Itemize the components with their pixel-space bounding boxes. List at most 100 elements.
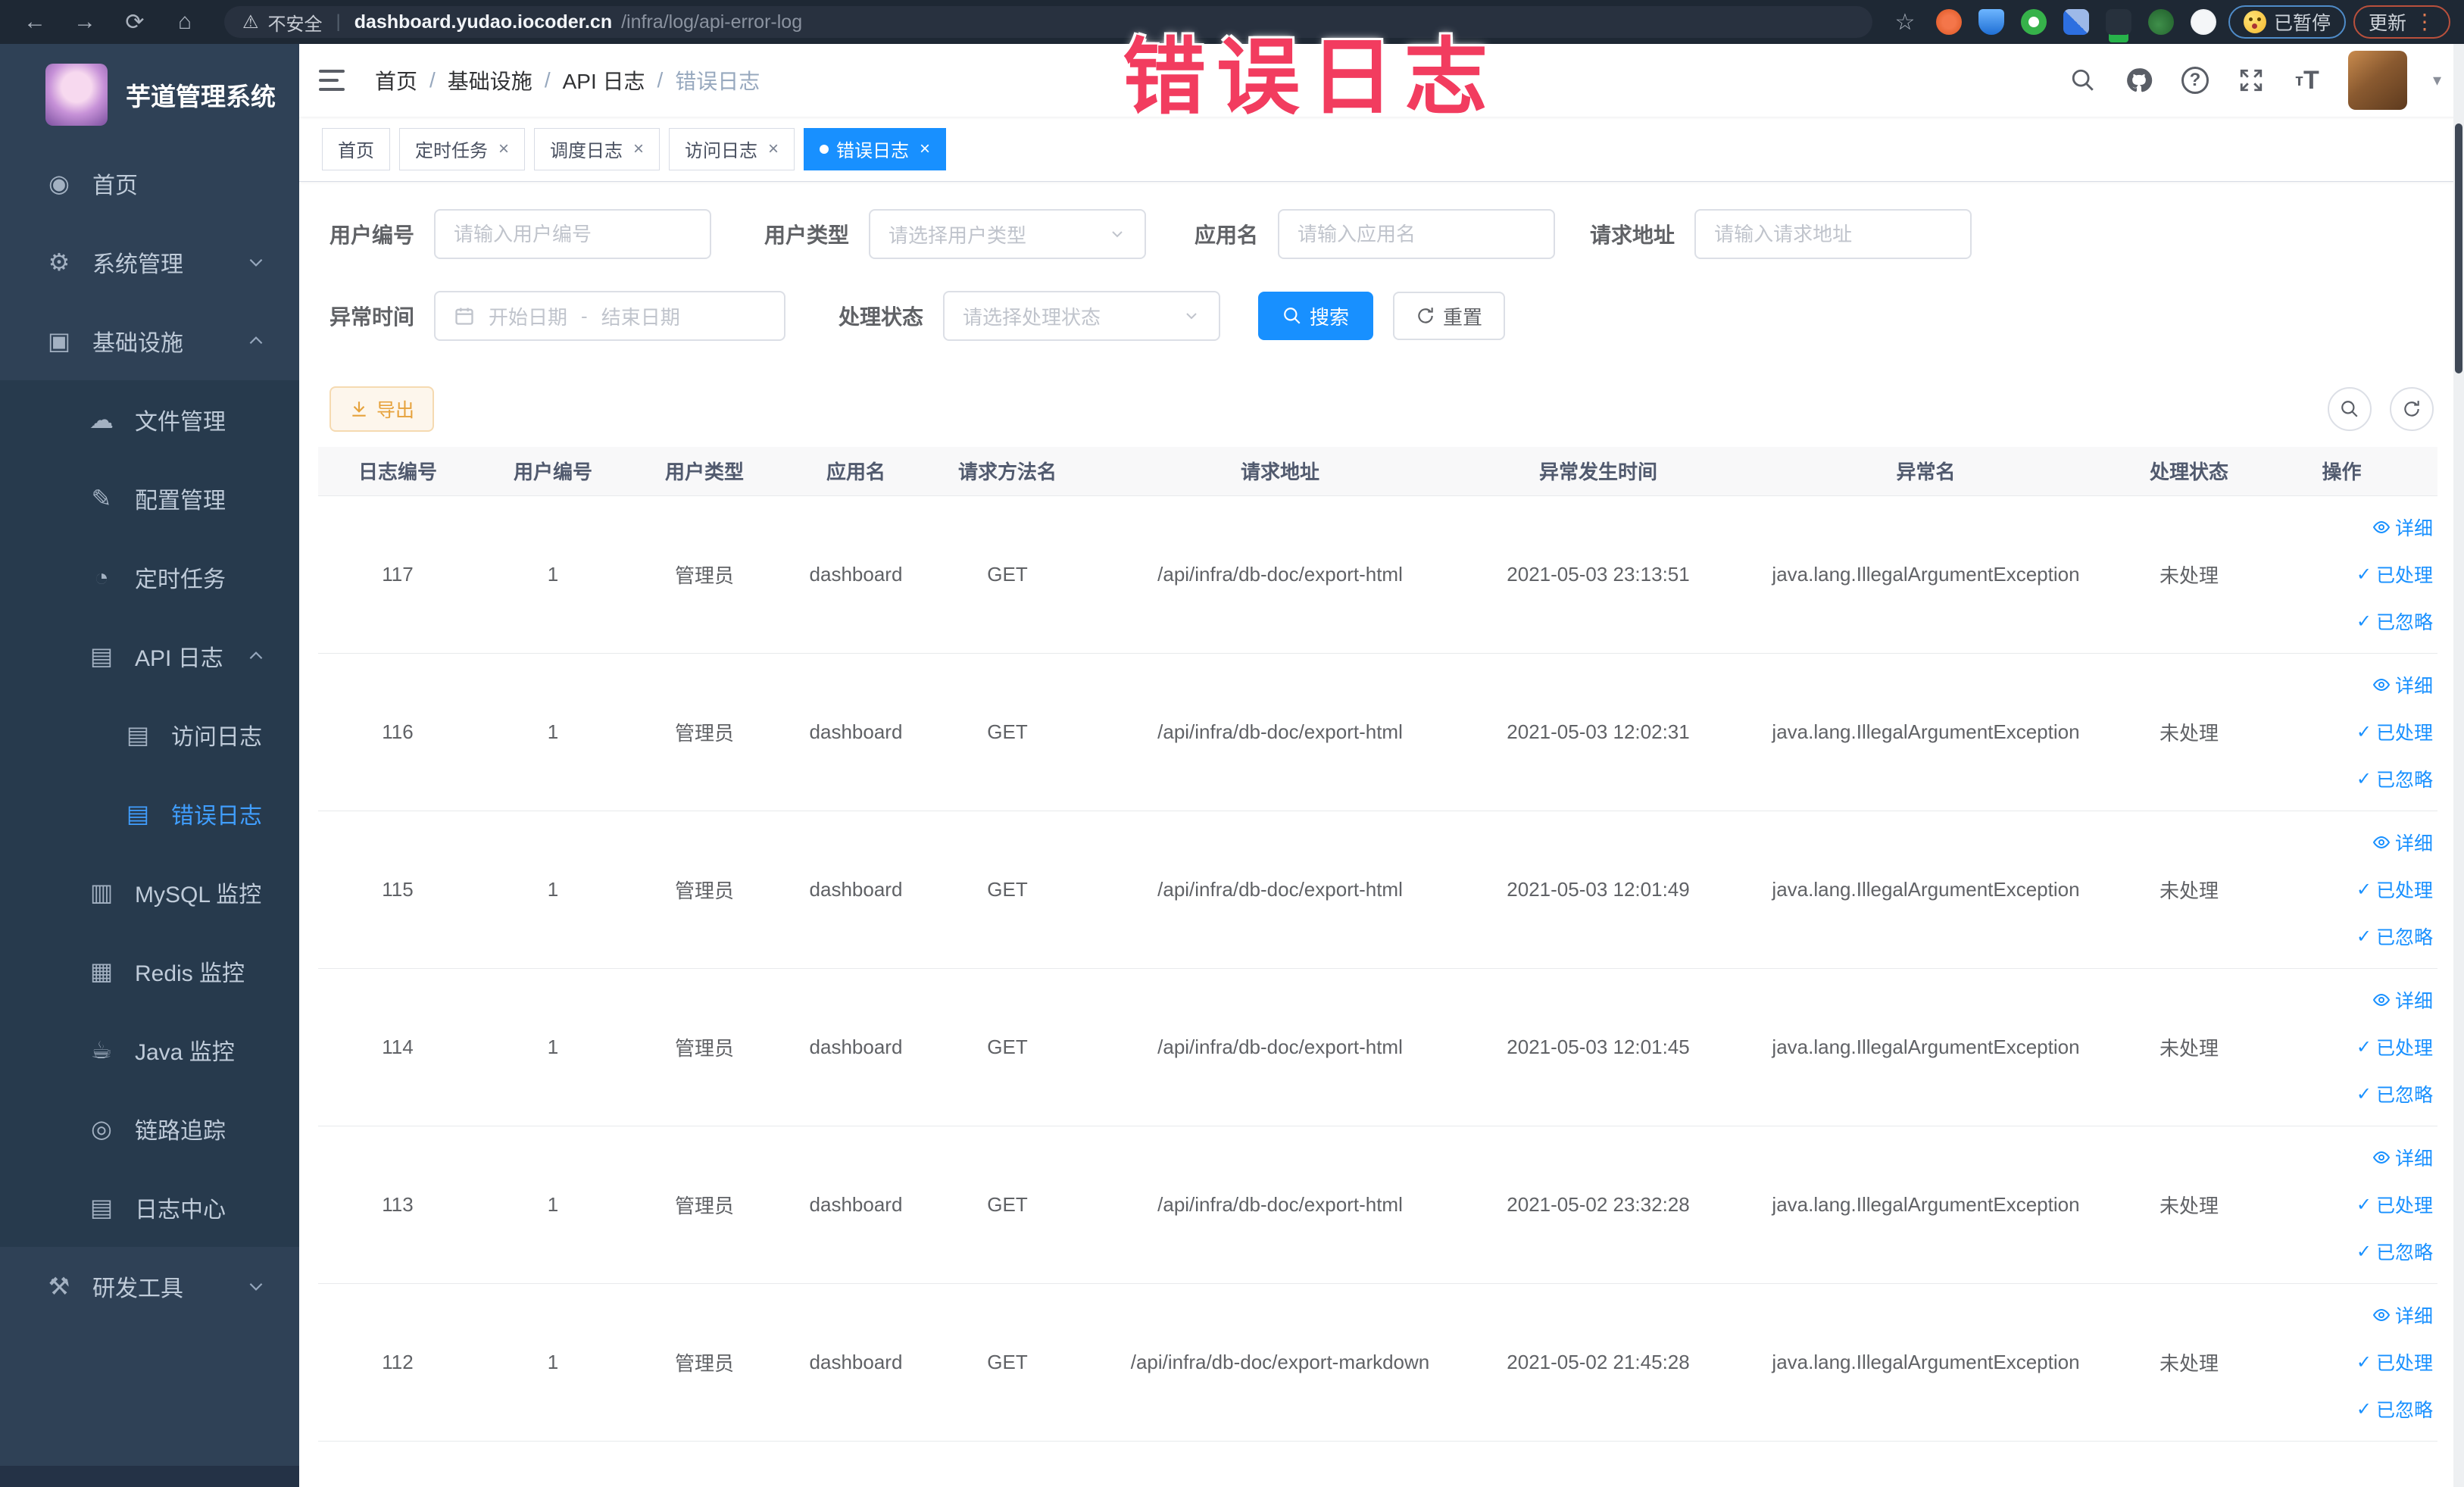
tab-scheduled-jobs[interactable]: 定时任务 × [399,127,526,170]
mark-processed-link[interactable]: ✓ 已处理 [2356,1191,2433,1218]
font-size-icon[interactable]: тT [2292,65,2322,95]
close-icon[interactable]: × [920,139,930,160]
sidebar-item-error-log[interactable]: ▤ 错误日志 [0,774,299,853]
sidebar-toggle-icon[interactable] [319,62,355,98]
extension-orange-icon[interactable] [1935,9,1962,35]
mark-processed-link[interactable]: ✓ 已处理 [2356,1033,2433,1061]
detail-link[interactable]: 详细 [2372,671,2433,698]
security-warning-label[interactable]: 不安全 [268,9,323,36]
refresh-table-button[interactable] [2390,387,2434,431]
search-button[interactable]: 搜索 [1258,292,1374,340]
close-icon[interactable]: × [498,139,509,160]
detail-link[interactable]: 详细 [2372,1301,2433,1329]
cell-method: GET [932,968,1083,1126]
search-icon[interactable] [2068,65,2098,95]
mark-ignored-link[interactable]: ✓ 已忽略 [2356,1395,2433,1423]
sidebar-item-dev-tools[interactable]: ⚒ 研发工具 [0,1247,299,1326]
breadcrumb-home[interactable]: 首页 [375,65,417,95]
user-type-select[interactable]: 请选择用户类型 [869,209,1147,259]
start-date-placeholder[interactable]: 开始日期 [489,302,567,330]
sidebar-item-api-log[interactable]: ▤ API 日志 [0,617,299,695]
mark-processed-link[interactable]: ✓ 已处理 [2356,1348,2433,1376]
sidebar-item-home[interactable]: ◉ 首页 [0,144,299,223]
tools-icon: ⚒ [48,1273,70,1300]
back-icon[interactable]: ← [14,5,56,39]
exception-time-range-picker[interactable]: 开始日期 - 结束日期 [434,291,786,341]
mark-processed-link[interactable]: ✓ 已处理 [2356,876,2433,903]
col-log-id: 日志编号 [318,447,477,496]
extension-shield-icon[interactable] [1978,9,2004,35]
extension-switch-on-icon[interactable] [2105,9,2131,35]
sidebar-item-mysql-monitor[interactable]: ▥ MySQL 监控 [0,853,299,932]
forward-icon[interactable]: → [64,5,106,39]
update-button[interactable]: 更新 ⋮ [2353,5,2450,39]
detail-link[interactable]: 详细 [2372,986,2433,1014]
mark-ignored-link[interactable]: ✓ 已忽略 [2356,608,2433,635]
user-id-input[interactable] [454,222,692,246]
timer-icon: ◔ [94,563,109,591]
sidebar-item-access-log[interactable]: ▤ 访问日志 [0,695,299,774]
sidebar-item-java-monitor[interactable]: ☕ Java 监控 [0,1011,299,1089]
extension-pin-icon[interactable] [2190,9,2216,35]
check-icon: ✓ [2356,926,2372,947]
sidebar-item-scheduled-jobs[interactable]: ◔ 定时任务 [0,538,299,617]
detail-link[interactable]: 详细 [2372,1144,2433,1171]
breadcrumb-infrastructure[interactable]: 基础设施 [448,65,532,95]
app-name-field[interactable] [1278,209,1556,259]
close-icon[interactable]: × [768,139,779,160]
app-logo[interactable]: 芋道管理系统 [0,44,299,144]
tab-error-log[interactable]: 错误日志 × [804,127,947,170]
sidebar-item-system-mgmt[interactable]: ⚙ 系统管理 [0,223,299,301]
extension-green-check-icon[interactable] [2020,9,2047,35]
export-button[interactable]: 导出 [329,386,435,432]
breadcrumb-api-log[interactable]: API 日志 [563,65,645,95]
col-method: 请求方法名 [932,447,1083,496]
sidebar-item-file-mgmt[interactable]: ☁ 文件管理 [0,380,299,459]
home-icon[interactable]: ⌂ [164,5,206,39]
user-menu-caret-icon[interactable]: ▾ [2433,70,2441,90]
address-bar[interactable]: ⚠ 不安全 | dashboard.yudao.iocoder.cn/infra… [224,6,1872,38]
tab-access-log[interactable]: 访问日志 × [669,127,795,170]
page-scrollbar[interactable] [2453,44,2464,1487]
mark-ignored-link[interactable]: ✓ 已忽略 [2356,765,2433,792]
kebab-menu-icon[interactable]: ⋮ [2414,11,2435,33]
mark-ignored-link[interactable]: ✓ 已忽略 [2356,923,2433,950]
scrollbar-thumb[interactable] [2455,123,2462,373]
mark-processed-link[interactable]: ✓ 已处理 [2356,561,2433,588]
cell-user-id: 1 [477,1126,629,1284]
request-url-input[interactable] [1714,222,1953,246]
mark-processed-link[interactable]: ✓ 已处理 [2356,718,2433,745]
close-icon[interactable]: × [633,139,644,160]
request-url-field[interactable] [1694,209,1972,259]
cell-request-url: /api/infra/db-doc/export-html [1083,968,1477,1126]
eye-icon [2372,678,2391,692]
detail-link[interactable]: 详细 [2372,829,2433,856]
mark-ignored-link[interactable]: ✓ 已忽略 [2356,1238,2433,1265]
help-icon[interactable]: ? [2180,65,2210,95]
bookmark-star-icon[interactable]: ☆ [1891,5,1919,39]
detail-link[interactable]: 详细 [2372,514,2433,541]
cell-user-id: 1 [477,811,629,969]
sidebar-item-redis-monitor[interactable]: ▦ Redis 监控 [0,932,299,1011]
reload-icon[interactable]: ⟳ [114,5,156,39]
user-avatar[interactable] [2347,51,2407,110]
sidebar-item-log-center[interactable]: ▤ 日志中心 [0,1168,299,1247]
sidebar-item-infrastructure[interactable]: ▣ 基础设施 [0,301,299,380]
end-date-placeholder[interactable]: 结束日期 [601,302,680,330]
sidebar-item-tracing[interactable]: ◎ 链路追踪 [0,1089,299,1168]
fullscreen-icon[interactable] [2236,65,2266,95]
reset-button[interactable]: 重置 [1393,292,1506,340]
extension-grid-icon[interactable] [2063,9,2089,35]
tab-home[interactable]: 首页 [322,127,390,170]
tab-schedule-log[interactable]: 调度日志 × [534,127,661,170]
sidebar-item-config-mgmt[interactable]: ✎ 配置管理 [0,459,299,538]
toggle-search-button[interactable] [2328,387,2372,431]
paused-badge[interactable]: 已暂停 [2228,5,2346,39]
github-icon[interactable] [2124,65,2154,95]
extension-leaf-icon[interactable] [2147,9,2174,35]
user-id-field[interactable] [434,209,712,259]
mark-ignored-link[interactable]: ✓ 已忽略 [2356,1080,2433,1107]
app-name-input[interactable] [1298,222,1536,246]
process-status-select[interactable]: 请选择处理状态 [943,291,1221,341]
cell-method: GET [932,495,1083,654]
